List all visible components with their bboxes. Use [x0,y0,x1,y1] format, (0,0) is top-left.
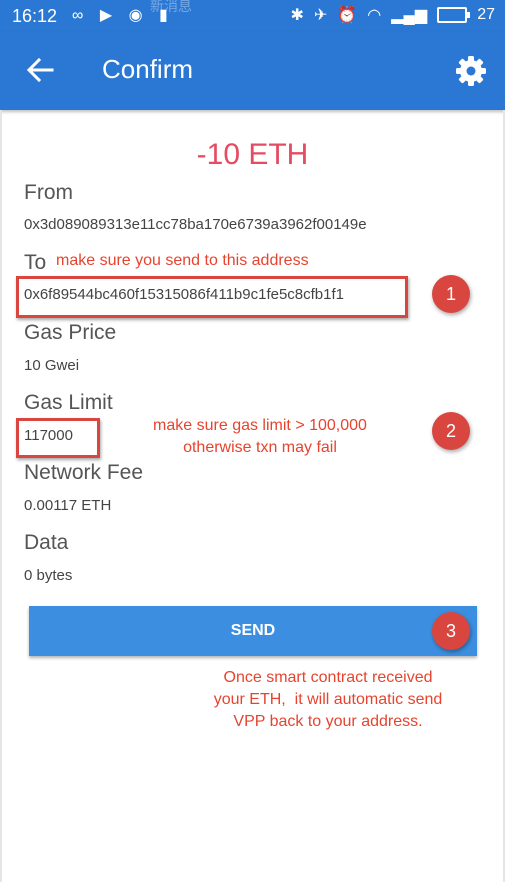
gas-price-value: 10 Gwei [24,357,80,374]
notification-ghost-text: 新消息 [150,0,192,14]
amount-display: -10 ETH [196,138,309,171]
to-annotation: make sure you send to this address [56,252,309,269]
network-fee-label: Network Fee [24,461,144,484]
alarm-icon: ⏰ [337,7,358,24]
gas-note-line-2: otherwise txn may fail [183,439,337,456]
bluetooth-icon: ✱ [290,7,304,24]
wifi-icon: ◠ [367,7,382,24]
arrow-back-icon[interactable] [22,52,58,88]
from-address: 0x3d089089313e11cc78ba170e6739a3962f0014… [24,216,367,233]
annotation-badge-3: 3 [432,612,470,650]
mute-icon: ✈ [313,7,328,24]
battery-icon [437,7,471,23]
to-address: 0x6f89544bc460f15315086f411b9c1fe5c8cfb1… [24,286,345,303]
left-edge [0,110,2,882]
gear-icon[interactable] [454,54,488,88]
send-note-line-2: your ETH, it will automatic send [213,691,443,708]
data-label: Data [24,531,69,554]
app-toolbar: Confirm [0,32,505,110]
send-button[interactable]: SEND [29,606,477,656]
network-fee-value: 0.00117 ETH [24,497,112,514]
battery-level: 27 [477,6,495,23]
send-note-line-1: Once smart contract received [223,669,433,686]
from-label: From [24,181,73,204]
status-right-icons: ✱ ✈ ⏰ ◠ ▂▄▆ 27 [291,5,495,25]
gas-limit-label: Gas Limit [24,391,113,414]
send-annotation: Once smart contract received your ETH, i… [178,667,478,733]
status-bar: 16:12 ∞ ▶ ◉ ▮ 新消息 ✱ ✈ ⏰ ◠ ▂▄▆ 27 [0,0,505,32]
send-note-line-3: VPP back to your address. [233,713,423,730]
annotation-badge-1: 1 [432,275,470,313]
status-time: 16:12 [12,6,58,26]
to-label: To [24,251,47,274]
data-value: 0 bytes [24,567,73,584]
page-title: Confirm [102,54,194,84]
gas-limit-annotation: make sure gas limit > 100,000 otherwise … [110,415,410,459]
annotation-badge-2: 2 [432,412,470,450]
gas-price-label: Gas Price [24,321,117,344]
gas-limit-value: 117000 [24,427,73,444]
gas-note-line-1: make sure gas limit > 100,000 [153,417,367,434]
signal-icon: ▂▄▆ [391,7,428,24]
